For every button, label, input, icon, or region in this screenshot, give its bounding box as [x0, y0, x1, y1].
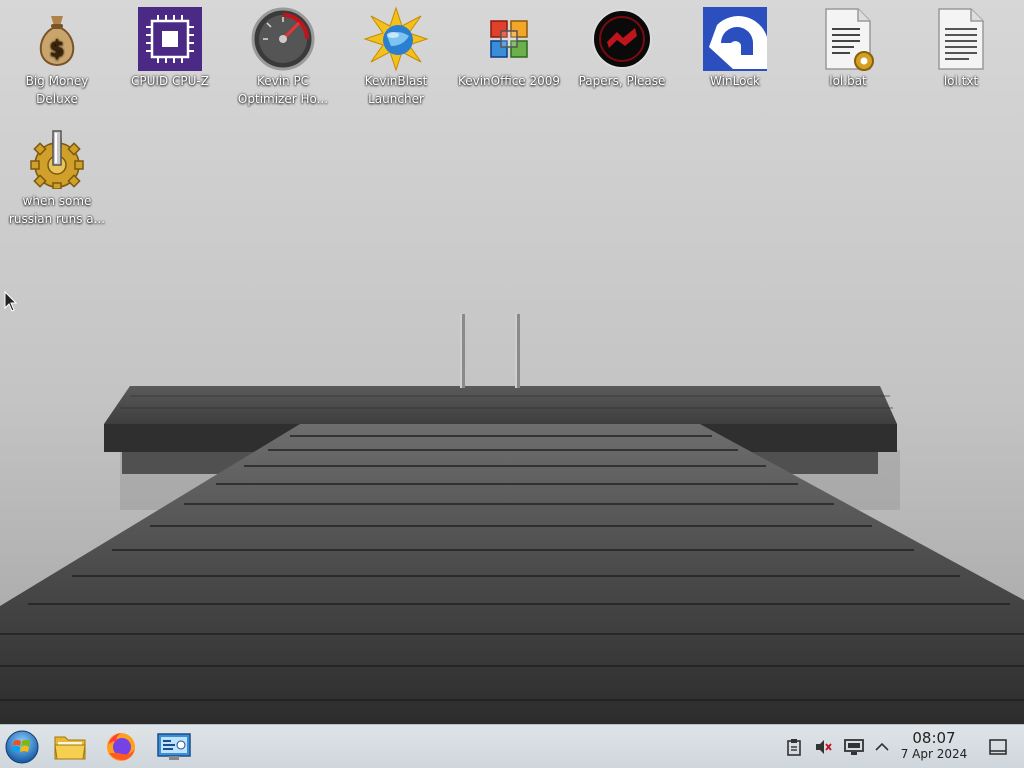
- desktop-icon-winlock[interactable]: WinLock: [679, 6, 791, 90]
- money-bag-icon: $: [24, 6, 90, 72]
- gear-lever-icon: [24, 126, 90, 192]
- desktop-icon-label: Papers, Please: [578, 74, 666, 88]
- desktop-icon-label: WinLock: [710, 74, 760, 88]
- desktop-icon-lol-txt[interactable]: lol.txt: [905, 6, 1017, 90]
- starburst-globe-icon: [363, 6, 429, 72]
- desktop-icon-kevin-pc-optimizer[interactable]: Kevin PC Optimizer Ho...: [227, 6, 339, 108]
- taskbar: 08:07 7 Apr 2024: [0, 724, 1024, 768]
- desktop-icon-label: CPUID CPU-Z: [131, 74, 209, 88]
- mouse-cursor-icon: [4, 291, 18, 312]
- desktop-icon-papers-please[interactable]: Papers, Please: [566, 6, 678, 90]
- show-desktop-button[interactable]: [988, 737, 1008, 757]
- desktop-icon-kevinblast-launcher[interactable]: KevinBlast Launcher: [340, 6, 452, 108]
- taskbar-control-panel-button[interactable]: [156, 729, 192, 765]
- firefox-icon: [107, 733, 135, 761]
- desktop-icon-label: when some russian runs a...: [8, 194, 106, 226]
- file-manager-folder-icon: [54, 736, 86, 760]
- start-orb-icon: [5, 730, 39, 764]
- chevron-up-icon: [875, 742, 889, 751]
- lock-arc-icon: [702, 6, 768, 72]
- desktop-icon-label: KevinBlast Launcher: [364, 74, 428, 106]
- display-icon: [844, 739, 864, 755]
- desktop[interactable]: $ Big Money Deluxe CPUID CPU-Z Kevin PC …: [0, 0, 1024, 724]
- papers-please-seal-icon: [589, 6, 655, 72]
- control-panel-icon: [157, 733, 191, 760]
- desktop-icon-when-some-russian[interactable]: when some russian runs a...: [1, 126, 113, 228]
- cpu-chip-icon: [137, 6, 203, 72]
- clipboard-icon: [787, 739, 801, 756]
- clock-time: 08:07: [912, 729, 956, 747]
- desktop-icon-label: lol.txt: [943, 74, 979, 88]
- tray-display-button[interactable]: [844, 737, 864, 757]
- tray-volume-button[interactable]: [813, 737, 833, 757]
- text-file-icon: [928, 6, 994, 72]
- show-desktop-icon: [989, 739, 1007, 755]
- desktop-icon-cpuid-cpu-z[interactable]: CPUID CPU-Z: [114, 6, 226, 90]
- clock-date: 7 Apr 2024: [900, 747, 968, 761]
- batch-file-icon: [815, 6, 881, 72]
- volume-muted-icon: [816, 740, 832, 754]
- wallpaper-pier: [0, 0, 1024, 724]
- desktop-icon-label: KevinOffice 2009: [457, 74, 561, 88]
- taskbar-file-manager-button[interactable]: [52, 729, 88, 765]
- speedometer-icon: [250, 6, 316, 72]
- desktop-icon-label: lol.bat: [829, 74, 867, 88]
- svg-text:$: $: [49, 37, 64, 62]
- desktop-icon-big-money-deluxe[interactable]: $ Big Money Deluxe: [1, 6, 113, 108]
- desktop-icon-kevinoffice-2009[interactable]: KevinOffice 2009: [453, 6, 565, 90]
- tray-expand-button[interactable]: [872, 737, 892, 757]
- taskbar-clock[interactable]: 08:07 7 Apr 2024: [896, 729, 972, 762]
- taskbar-firefox-button[interactable]: [103, 729, 139, 765]
- office-logo-icon: [476, 6, 542, 72]
- tray-clipboard-button[interactable]: [784, 737, 804, 757]
- start-button[interactable]: [4, 729, 40, 765]
- desktop-icon-label: Kevin PC Optimizer Ho...: [237, 74, 329, 106]
- desktop-icon-lol-bat[interactable]: lol.bat: [792, 6, 904, 90]
- desktop-icon-label: Big Money Deluxe: [25, 74, 89, 106]
